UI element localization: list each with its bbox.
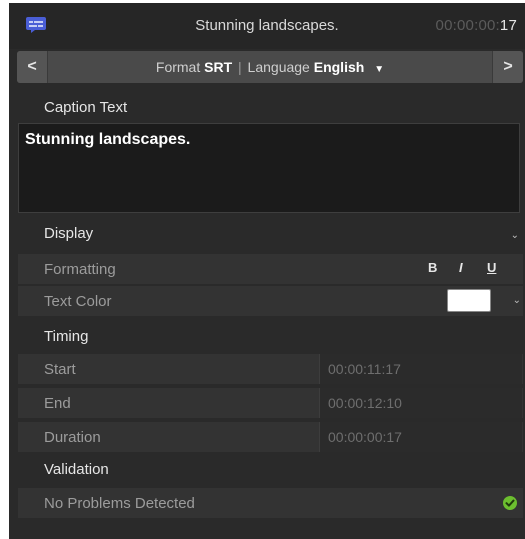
timecode-dim: 00:00:00: — [435, 17, 500, 34]
formatting-row: Formatting B I U — [18, 254, 523, 284]
chevron-down-icon: ▼ — [374, 64, 385, 75]
duration-timecode-value: 00:00:00:17 — [328, 429, 402, 445]
text-color-swatch[interactable] — [447, 289, 491, 312]
formatting-label: Formatting — [44, 261, 116, 278]
end-label: End — [44, 395, 71, 412]
text-color-label: Text Color — [44, 293, 112, 310]
previous-caption-button[interactable]: < — [17, 51, 48, 83]
text-color-row: Text Color ⌄ — [18, 286, 523, 316]
format-separator: | — [238, 59, 242, 75]
duration-row: Duration 00:00:00:17 — [18, 422, 523, 452]
end-timecode-field[interactable]: 00:00:12:10 — [319, 388, 522, 418]
chevron-down-icon[interactable]: ⌄ — [513, 295, 521, 306]
language-prefix: Language — [247, 59, 310, 75]
chevron-down-icon[interactable]: ⌄ — [511, 230, 519, 241]
language-value: English — [313, 59, 365, 75]
start-timecode-value: 00:00:11:17 — [328, 361, 401, 377]
duration-timecode-field[interactable]: 00:00:00:17 — [319, 422, 522, 452]
start-timecode-field[interactable]: 00:00:11:17 — [319, 354, 522, 384]
inspector-header: Stunning landscapes. 00:00:00:17 — [9, 3, 525, 49]
display-heading[interactable]: Display — [44, 225, 93, 242]
start-row: Start 00:00:11:17 — [18, 354, 523, 384]
checkmark-circle-icon — [503, 496, 517, 510]
caption-inspector: Stunning landscapes. 00:00:00:17 < Forma… — [9, 3, 525, 539]
timecode-frames: 17 — [499, 17, 517, 34]
timecode-display: 00:00:00:17 — [436, 17, 517, 34]
validation-status: No Problems Detected — [44, 495, 195, 512]
validation-row: No Problems Detected — [18, 488, 523, 518]
format-language-bar: < Format SRT | Language English ▼ > — [17, 51, 523, 83]
format-prefix: Format — [155, 59, 201, 75]
start-label: Start — [44, 361, 76, 378]
next-caption-button[interactable]: > — [492, 51, 523, 83]
caption-text-field[interactable]: Stunning landscapes. — [18, 123, 520, 213]
italic-button[interactable]: I — [459, 260, 463, 275]
end-row: End 00:00:12:10 — [18, 388, 523, 418]
underline-button[interactable]: U — [487, 260, 496, 275]
format-value: SRT — [204, 59, 233, 75]
bold-button[interactable]: B — [428, 260, 437, 275]
caption-text-heading: Caption Text — [44, 99, 128, 116]
format-language-selector[interactable]: Format SRT | Language English ▼ — [47, 59, 493, 75]
timing-heading: Timing — [44, 328, 89, 345]
end-timecode-value: 00:00:12:10 — [328, 395, 402, 411]
validation-heading: Validation — [44, 461, 109, 478]
duration-label: Duration — [44, 429, 101, 446]
